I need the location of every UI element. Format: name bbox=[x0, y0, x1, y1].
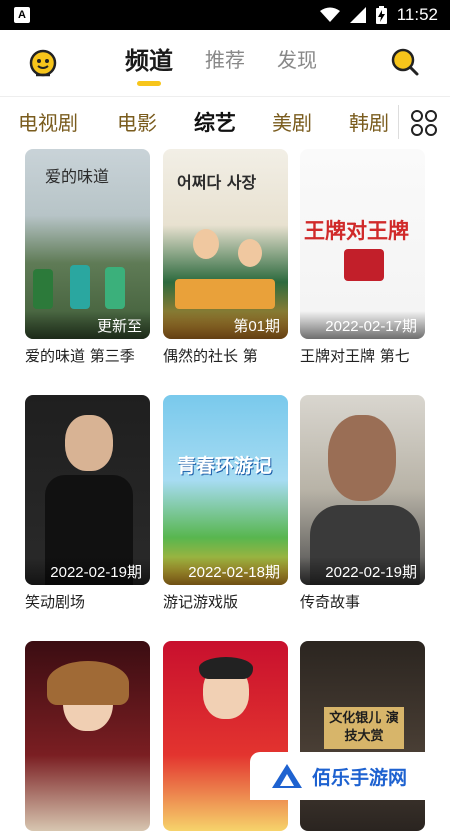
grid-icon[interactable] bbox=[410, 109, 438, 137]
poster-thumbnail: 文化银儿 演技大赏 bbox=[300, 641, 425, 831]
poster-title-text: 어쩌다 사장 bbox=[177, 173, 257, 192]
poster-title-text: 爱的味道 bbox=[45, 167, 110, 186]
category-divider bbox=[398, 105, 399, 139]
category-bar: 电视剧 电影 综艺 美剧 韩剧 bbox=[0, 96, 450, 146]
episode-badge: 2022-02-17期 bbox=[300, 311, 425, 339]
episode-badge: 更新至 bbox=[25, 311, 150, 339]
content-card[interactable]: 王牌对王牌 2022-02-17期 王牌对王牌 第七 bbox=[300, 149, 427, 366]
person-face bbox=[193, 229, 219, 259]
episode-badge bbox=[300, 803, 425, 831]
header-tabs: 频道 推荐 发现 bbox=[125, 41, 349, 86]
content-card[interactable]: 文化银儿 演技大赏 bbox=[300, 641, 427, 837]
content-card[interactable]: 2022-02-19期 笑动剧场 bbox=[25, 395, 152, 612]
poster-thumbnail bbox=[25, 641, 150, 831]
mascot-logo-icon[interactable] bbox=[28, 48, 58, 78]
content-card[interactable] bbox=[25, 641, 152, 837]
poster-title-text: 文化银儿 演技大赏 bbox=[324, 707, 404, 749]
card-title: 笑动剧场 bbox=[25, 593, 86, 611]
poster-title-text: 王牌对王牌 bbox=[304, 218, 409, 243]
poster-title-text: 青春环游记 bbox=[177, 455, 273, 477]
content-card[interactable]: 2022-02-19期 传奇故事 bbox=[300, 395, 427, 612]
episode-badge: 2022-02-19期 bbox=[25, 557, 150, 585]
person-figure bbox=[33, 269, 53, 309]
poster-thumbnail: 青春环游记 2022-02-18期 bbox=[163, 395, 288, 585]
episode-badge bbox=[163, 803, 288, 831]
tab-channels[interactable]: 频道 bbox=[125, 41, 173, 86]
person-face bbox=[328, 415, 396, 501]
card-title: 偶然的社长 第 bbox=[163, 347, 258, 365]
category-kr-drama[interactable]: 韩剧 bbox=[349, 107, 389, 136]
poster-thumbnail: 2022-02-19期 bbox=[25, 395, 150, 585]
app-notification-icon: A bbox=[14, 7, 30, 23]
episode-badge: 2022-02-18期 bbox=[163, 557, 288, 585]
search-icon[interactable] bbox=[390, 47, 420, 77]
card-title: 游记游戏版 bbox=[163, 593, 239, 611]
poster-thumbnail: 爱的味道 更新至 bbox=[25, 149, 150, 339]
episode-badge: 第01期 bbox=[163, 311, 288, 339]
content-card[interactable] bbox=[163, 641, 290, 837]
category-us-drama[interactable]: 美剧 bbox=[272, 107, 312, 136]
watermark-text: 佰乐手游网 bbox=[312, 766, 408, 789]
person-figure bbox=[105, 267, 125, 309]
active-tab-indicator bbox=[137, 81, 161, 86]
person-face bbox=[65, 415, 113, 471]
person-hair bbox=[47, 661, 129, 705]
logo-ornament bbox=[344, 249, 384, 281]
battery-charging-icon bbox=[375, 6, 387, 24]
status-bar: A 11:52 bbox=[0, 0, 450, 30]
person-hair bbox=[199, 657, 253, 679]
tab-discover[interactable]: 发现 bbox=[277, 44, 317, 79]
top-header: 频道 推荐 发现 bbox=[0, 30, 450, 94]
poster-thumbnail: 王牌对王牌 2022-02-17期 bbox=[300, 149, 425, 339]
card-title: 王牌对王牌 第七 bbox=[300, 347, 410, 365]
person-face bbox=[238, 239, 262, 267]
card-title: 爱的味道 第三季 bbox=[25, 347, 135, 365]
person-figure bbox=[70, 265, 90, 309]
produce-table bbox=[175, 279, 275, 309]
content-card[interactable]: 爱的味道 更新至 爱的味道 第三季 bbox=[25, 149, 152, 366]
status-time: 11:52 bbox=[396, 5, 438, 24]
poster-thumbnail bbox=[163, 641, 288, 831]
poster-thumbnail: 2022-02-19期 bbox=[300, 395, 425, 585]
category-tv-series[interactable]: 电视剧 bbox=[18, 107, 78, 136]
signal-icon bbox=[349, 7, 366, 23]
content-card[interactable]: 青春环游记 2022-02-18期 游记游戏版 bbox=[163, 395, 290, 612]
poster-thumbnail: 어쩌다 사장 第01期 bbox=[163, 149, 288, 339]
category-variety[interactable]: 综艺 bbox=[194, 107, 236, 137]
content-card[interactable]: 어쩌다 사장 第01期 偶然的社长 第 bbox=[163, 149, 290, 366]
episode-badge: 2022-02-19期 bbox=[300, 557, 425, 585]
category-movie[interactable]: 电影 bbox=[117, 107, 157, 136]
tab-recommend[interactable]: 推荐 bbox=[205, 44, 245, 79]
site-watermark: 佰乐手游网 bbox=[250, 752, 450, 800]
card-title: 传奇故事 bbox=[300, 593, 361, 611]
watermark-logo-icon bbox=[272, 764, 302, 788]
episode-badge bbox=[25, 803, 150, 831]
wifi-icon bbox=[319, 7, 340, 22]
